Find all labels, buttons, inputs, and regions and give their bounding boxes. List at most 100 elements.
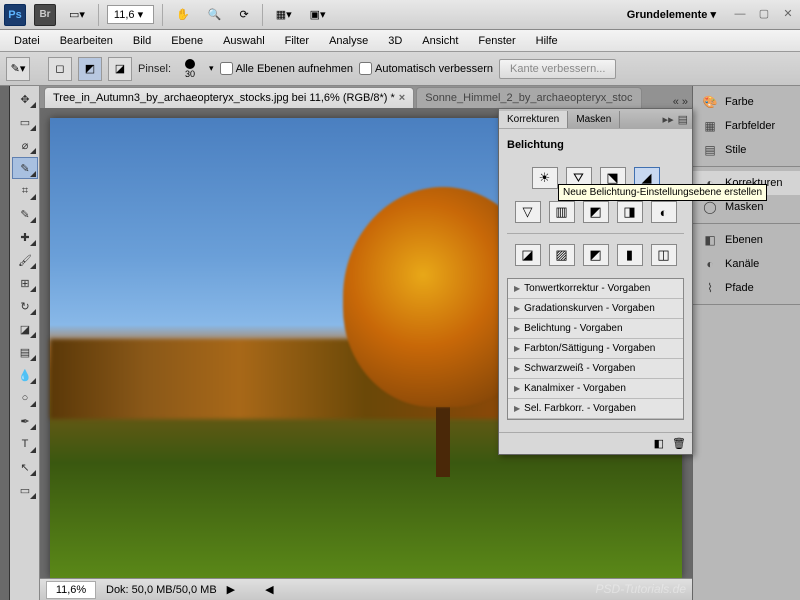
trash-icon[interactable]: 🗑	[672, 437, 686, 450]
menu-analyse[interactable]: Analyse	[321, 32, 376, 50]
gradient-map-icon[interactable]: ▮	[617, 244, 643, 266]
tab-close-icon[interactable]: ×	[399, 92, 405, 104]
masks-icon: ◯	[701, 199, 719, 215]
blur-tool[interactable]: 💧	[12, 364, 38, 386]
photo-filter-icon[interactable]: ◐	[651, 201, 677, 223]
document-tab-active[interactable]: Tree_in_Autumn3_by_archaeopteryx_stocks.…	[44, 87, 414, 108]
close-button[interactable]: ✕	[780, 7, 796, 23]
color-balance-icon[interactable]: ◩	[583, 201, 609, 223]
type-tool[interactable]: T	[12, 433, 38, 455]
menu-fenster[interactable]: Fenster	[470, 32, 523, 50]
panel-stile[interactable]: ▤Stile	[693, 138, 800, 162]
shape-tool[interactable]: ▭	[12, 479, 38, 501]
separator	[262, 4, 263, 26]
quick-selection-tool[interactable]: ✎	[12, 157, 38, 179]
screen-mode-icon[interactable]: ▣▾	[305, 5, 331, 24]
path-selection-tool[interactable]: ↖	[12, 456, 38, 478]
menu-auswahl[interactable]: Auswahl	[215, 32, 273, 50]
styles-icon: ▤	[701, 142, 719, 158]
menu-bild[interactable]: Bild	[125, 32, 159, 50]
preset-list[interactable]: Tonwertkorrektur - Vorgaben Gradationsku…	[507, 278, 684, 420]
menu-ebene[interactable]: Ebene	[163, 32, 211, 50]
eraser-tool[interactable]: ◪	[12, 318, 38, 340]
hand-tool-icon[interactable]: ✋	[171, 5, 195, 24]
preset-item[interactable]: Sel. Farbkorr. - Vorgaben	[508, 399, 683, 419]
preset-item[interactable]: Gradationskurven - Vorgaben	[508, 299, 683, 319]
photoshop-logo-icon: Ps	[4, 4, 26, 26]
minimize-button[interactable]: —	[732, 7, 748, 23]
history-brush-tool[interactable]: ↻	[12, 295, 38, 317]
maximize-button[interactable]: ▢	[756, 7, 772, 23]
channels-icon: ◐	[701, 256, 719, 272]
clone-stamp-tool[interactable]: ⊞	[12, 272, 38, 294]
lasso-tool[interactable]: ⌀	[12, 134, 38, 156]
dodge-tool[interactable]: ○	[12, 387, 38, 409]
auto-enhance-checkbox[interactable]: Automatisch verbessern	[359, 62, 493, 75]
preset-item[interactable]: Schwarzweiß - Vorgaben	[508, 359, 683, 379]
add-selection-icon[interactable]: ◩	[78, 57, 102, 81]
gradient-tool[interactable]: ▤	[12, 341, 38, 363]
status-zoom-input[interactable]: 11,6%	[46, 581, 96, 599]
sample-all-layers-checkbox[interactable]: Alle Ebenen aufnehmen	[220, 62, 353, 75]
panel-tabs: Korrekturen Masken ▸▸ ▤	[499, 109, 692, 129]
panel-farbfelder[interactable]: ▦Farbfelder	[693, 114, 800, 138]
hue-saturation-icon[interactable]: ▥	[549, 201, 575, 223]
toolbox: ✥ ▭ ⌀ ✎ ⌗ ✎ ✚ 🖌 ⊞ ↻ ◪ ▤ 💧 ○ ✒ T ↖ ▭	[10, 86, 40, 600]
menu-3d[interactable]: 3D	[380, 32, 410, 50]
tool-preset-icon[interactable]: ✎▾	[6, 57, 30, 81]
tab-korrekturen[interactable]: Korrekturen	[499, 111, 568, 128]
refine-edge-button[interactable]: Kante verbessern...	[499, 59, 616, 79]
menu-bearbeiten[interactable]: Bearbeiten	[52, 32, 121, 50]
brush-size-picker[interactable]: 30	[177, 59, 203, 79]
tab-scroll-arrows[interactable]: « »	[669, 96, 692, 108]
tab-masken[interactable]: Masken	[568, 111, 620, 128]
collapsed-panel-strip[interactable]	[0, 86, 10, 600]
panel-menu-icon[interactable]: ▤	[678, 113, 688, 126]
preset-item[interactable]: Belichtung - Vorgaben	[508, 319, 683, 339]
invert-icon[interactable]: ◪	[515, 244, 541, 266]
vibrance-icon[interactable]: ▽	[515, 201, 541, 223]
marquee-tool[interactable]: ▭	[12, 111, 38, 133]
preset-item[interactable]: Farbton/Sättigung - Vorgaben	[508, 339, 683, 359]
selective-color-icon[interactable]: ◫	[651, 244, 677, 266]
panel-farbe[interactable]: 🎨Farbe	[693, 90, 800, 114]
threshold-icon[interactable]: ◩	[583, 244, 609, 266]
posterize-icon[interactable]: ▨	[549, 244, 575, 266]
panel-kanale[interactable]: ◐Kanäle	[693, 252, 800, 276]
arrange-docs-icon[interactable]: ▦▾	[271, 5, 297, 24]
healing-brush-tool[interactable]: ✚	[12, 226, 38, 248]
zoom-dropdown[interactable]: 11,6 ▾	[107, 5, 154, 24]
document-tab-inactive[interactable]: Sonne_Himmel_2_by_archaeopteryx_stoc	[416, 87, 641, 108]
panel-ebenen[interactable]: ◧Ebenen	[693, 228, 800, 252]
eyedropper-tool[interactable]: ✎	[12, 203, 38, 225]
adjustment-layer-icon[interactable]: ◧	[654, 437, 664, 450]
menu-datei[interactable]: Datei	[6, 32, 48, 50]
document-tabs: Tree_in_Autumn3_by_archaeopteryx_stocks.…	[40, 86, 692, 108]
subtract-selection-icon[interactable]: ◪	[108, 57, 132, 81]
zoom-tool-icon[interactable]: 🔍	[203, 5, 227, 24]
crop-tool[interactable]: ⌗	[12, 180, 38, 202]
preset-item[interactable]: Kanalmixer - Vorgaben	[508, 379, 683, 399]
panel-collapse-icon[interactable]: ▸▸	[663, 113, 674, 126]
status-menu-arrow[interactable]: ▶	[227, 583, 235, 596]
layers-icon: ◧	[701, 232, 719, 248]
panel-pfade[interactable]: ⌇Pfade	[693, 276, 800, 300]
preset-item[interactable]: Tonwertkorrektur - Vorgaben	[508, 279, 683, 299]
swatches-icon: ▦	[701, 118, 719, 134]
brush-tool[interactable]: 🖌	[12, 249, 38, 271]
brightness-contrast-icon[interactable]: ☀	[532, 167, 558, 189]
move-tool[interactable]: ✥	[12, 88, 38, 110]
black-white-icon[interactable]: ◨	[617, 201, 643, 223]
rotate-view-icon[interactable]: ⟳	[235, 5, 254, 24]
adjustments-panel: Korrekturen Masken ▸▸▤ Belichtung ☀ ⛛ ⬔ …	[498, 108, 693, 455]
menu-filter[interactable]: Filter	[277, 32, 317, 50]
status-scroll-left[interactable]: ◀	[265, 583, 273, 596]
options-bar: ✎▾ ◻ ◩ ◪ Pinsel: 30 ▾ Alle Ebenen aufneh…	[0, 52, 800, 86]
new-selection-icon[interactable]: ◻	[48, 57, 72, 81]
pen-tool[interactable]: ✒	[12, 410, 38, 432]
workspace-selector[interactable]: Grundelemente ▾	[619, 4, 724, 25]
bridge-logo-icon[interactable]: Br	[34, 4, 56, 26]
layout-dropdown[interactable]: ▭▾	[64, 5, 90, 24]
menu-hilfe[interactable]: Hilfe	[528, 32, 566, 50]
menu-ansicht[interactable]: Ansicht	[414, 32, 466, 50]
